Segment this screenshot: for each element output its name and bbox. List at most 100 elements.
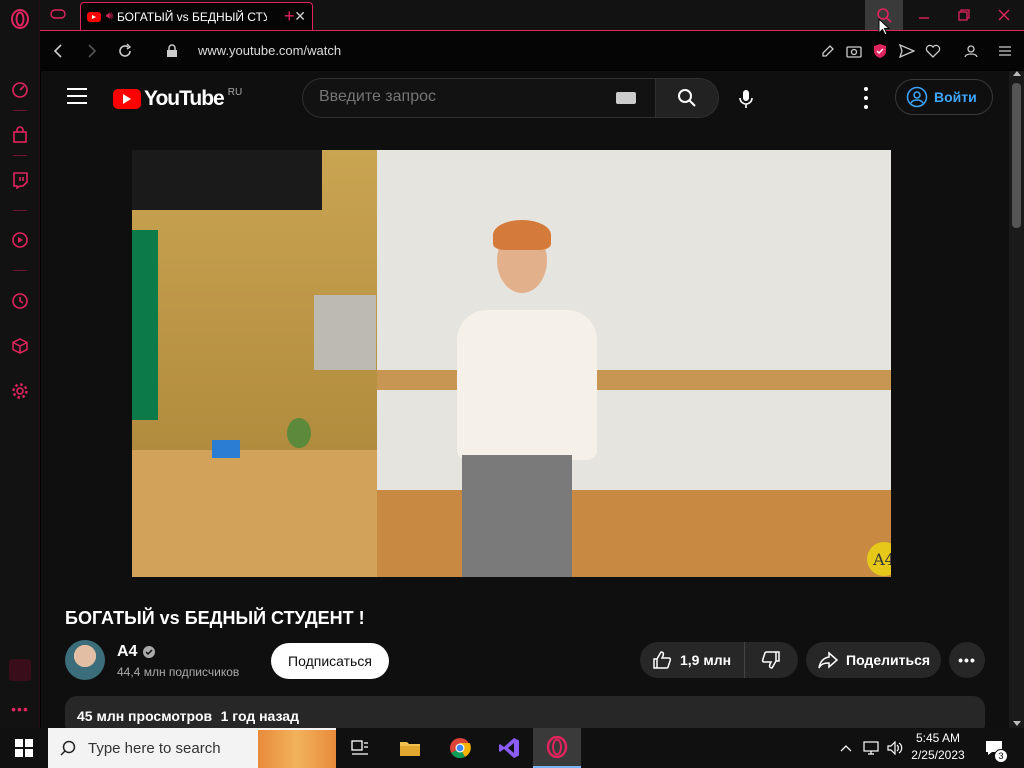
voice-search-icon[interactable]: [728, 81, 764, 117]
notifications-icon[interactable]: 3: [980, 728, 1008, 768]
page-scrollbar[interactable]: [1009, 71, 1024, 728]
keyboard-icon[interactable]: [616, 92, 636, 104]
more-actions-button[interactable]: •••: [949, 642, 985, 678]
video-title: БОГАТЫЙ vs БЕДНЫЙ СТУДЕНТ !: [65, 608, 365, 628]
extensions-cube-icon[interactable]: [9, 335, 31, 357]
speed-dial-icon[interactable]: [9, 79, 31, 101]
tab-title: БОГАТЫЙ vs БЕДНЫЙ СТУДЕНТ !: [116, 9, 267, 24]
region-label: RU: [227, 86, 243, 98]
channel-avatar[interactable]: [65, 640, 105, 680]
person-figure: [447, 220, 617, 577]
upload-date: 1 год назад: [220, 708, 299, 724]
clock[interactable]: 5:45 AM 2/25/2023: [908, 730, 968, 766]
forward-icon[interactable]: [82, 41, 102, 61]
visual-studio-icon[interactable]: [489, 728, 529, 768]
youtube-play-icon: [113, 89, 141, 109]
search-box[interactable]: [302, 78, 657, 118]
adblock-shield-icon[interactable]: [870, 41, 890, 61]
hamburger-menu-icon[interactable]: [67, 88, 87, 104]
shopping-bag-icon[interactable]: [9, 124, 31, 146]
share-label: Поделиться: [846, 652, 931, 668]
view-count: 45 млн просмотров: [77, 708, 213, 724]
windows-taskbar: Type here to search 5:45 AM 2/25/2023 3: [0, 728, 1024, 768]
video-player[interactable]: A4: [132, 150, 891, 577]
easy-setup-icon[interactable]: [995, 41, 1015, 61]
send-icon[interactable]: [897, 41, 917, 61]
player-icon[interactable]: [9, 229, 31, 251]
mouse-cursor-icon: [878, 17, 891, 36]
close-window-icon[interactable]: [990, 0, 1018, 30]
settings-gear-icon[interactable]: [9, 380, 31, 402]
show-hidden-icons-chevron-icon[interactable]: [836, 728, 856, 768]
clock-date: 2/25/2023: [911, 748, 965, 762]
reload-icon[interactable]: [115, 41, 135, 61]
search-input[interactable]: [319, 88, 599, 106]
channel-name-label: A4: [117, 643, 138, 660]
windows-start-icon[interactable]: [0, 728, 48, 768]
like-count: 1,9 млн: [680, 652, 732, 668]
verified-icon: [143, 646, 156, 658]
sidebar-separator: [13, 210, 27, 211]
minimize-icon[interactable]: [910, 0, 938, 30]
subscribe-button[interactable]: Подписаться: [271, 643, 389, 679]
url-text[interactable]: www.youtube.com/watch: [198, 43, 341, 58]
dislike-button[interactable]: [745, 642, 797, 678]
profile-icon[interactable]: [961, 41, 981, 61]
gamepad-icon[interactable]: [48, 4, 68, 24]
user-circle-icon: [906, 86, 928, 108]
search-highlight-image: [258, 730, 336, 768]
youtube-logo-text: YouTube: [144, 87, 225, 110]
description-box[interactable]: 45 млн просмотров 1 год назад: [65, 696, 985, 728]
more-horizontal-icon: •••: [958, 652, 976, 668]
network-icon[interactable]: [860, 728, 882, 768]
address-bar: www.youtube.com/watch: [40, 30, 1024, 70]
new-tab-button[interactable]: +: [284, 2, 300, 30]
signin-button[interactable]: Войти: [895, 79, 993, 115]
search-icon: [60, 740, 76, 756]
share-arrow-icon: [818, 651, 838, 669]
opera-sidebar: •••: [0, 0, 40, 728]
youtube-logo[interactable]: YouTube RU: [113, 87, 242, 111]
thumb-up-icon: [653, 651, 672, 669]
notification-count-badge: 3: [994, 749, 1008, 763]
sidebar-app-icon[interactable]: [9, 659, 31, 681]
subscriber-count: 44,4 млн подписчиков: [117, 665, 240, 679]
scrollbar-thumb[interactable]: [1012, 83, 1021, 228]
youtube-page: YouTube RU Войти: [41, 71, 1009, 728]
tab-youtube[interactable]: 🔊︎ БОГАТЫЙ vs БЕДНЫЙ СТУДЕНТ ! ✕: [80, 2, 313, 30]
sidebar-separator: [13, 270, 27, 271]
back-icon[interactable]: [48, 41, 68, 61]
like-button[interactable]: 1,9 млн: [640, 642, 745, 678]
opera-taskbar-icon[interactable]: [533, 728, 581, 768]
search-button[interactable]: [655, 78, 719, 118]
volume-icon[interactable]: [884, 728, 906, 768]
camera-icon[interactable]: [844, 41, 864, 61]
history-icon[interactable]: [9, 290, 31, 312]
speaker-icon[interactable]: 🔊︎: [106, 10, 113, 23]
twitch-icon[interactable]: [9, 169, 31, 191]
settings-kebab-icon[interactable]: [861, 87, 871, 109]
file-explorer-icon[interactable]: [390, 728, 430, 768]
sidebar-separator: [13, 110, 27, 111]
task-view-icon[interactable]: [340, 728, 380, 768]
more-dots-icon[interactable]: •••: [9, 698, 31, 720]
chrome-icon[interactable]: [440, 728, 480, 768]
thumb-down-icon: [761, 651, 780, 669]
video-frame: [132, 150, 891, 577]
channel-name[interactable]: A4: [117, 643, 156, 661]
signin-label: Войти: [934, 89, 977, 105]
search-icon: [678, 89, 696, 107]
heart-icon[interactable]: [923, 41, 943, 61]
clock-time: 5:45 AM: [915, 731, 961, 745]
youtube-favicon-icon: [87, 11, 101, 22]
opera-logo-icon[interactable]: [9, 8, 31, 30]
share-button[interactable]: Поделиться: [806, 642, 941, 678]
sidebar-separator: [13, 155, 27, 156]
edit-icon[interactable]: [818, 41, 838, 61]
taskbar-search-placeholder: Type here to search: [88, 739, 221, 757]
taskbar-search-box[interactable]: Type here to search: [48, 728, 336, 768]
tab-bar: 🔊︎ БОГАТЫЙ vs БЕДНЫЙ СТУДЕНТ ! ✕ +: [40, 0, 1024, 30]
like-dislike-group: 1,9 млн: [640, 642, 798, 678]
lock-icon[interactable]: [162, 41, 182, 61]
restore-icon[interactable]: [950, 0, 978, 30]
